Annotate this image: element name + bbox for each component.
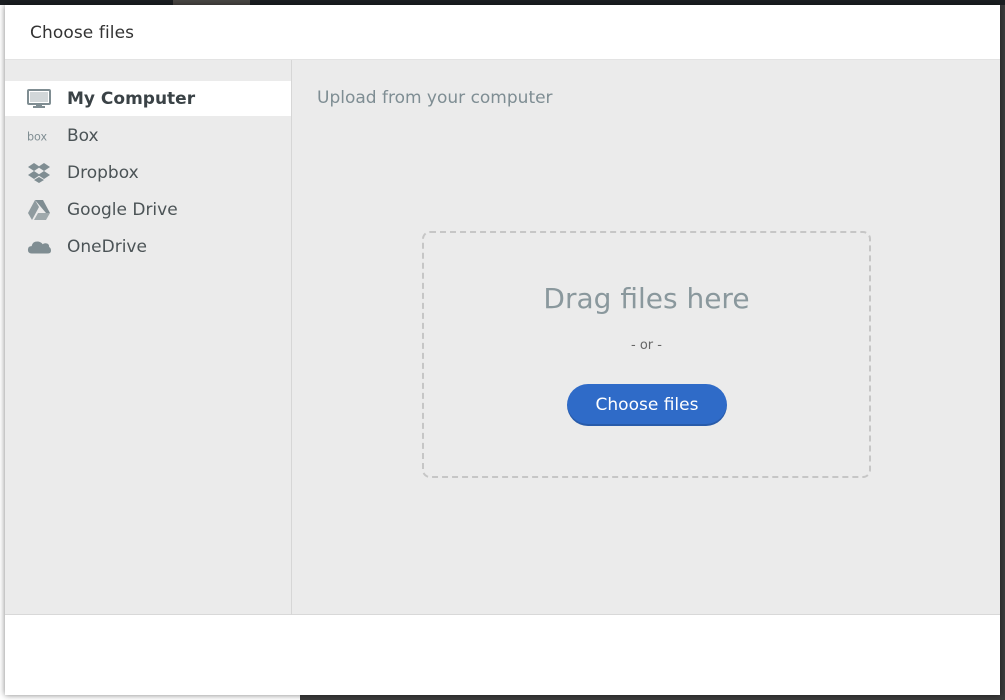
sidebar-item-label: Box (67, 125, 99, 146)
dialog-title: Choose files (30, 23, 135, 43)
dialog-header: Choose files (5, 5, 1000, 60)
dialog-body: My Computer box Box Dropbox Google Drive… (5, 60, 1000, 615)
drop-zone-title: Drag files here (543, 282, 750, 315)
sidebar-item-label: My Computer (67, 88, 196, 109)
dropbox-icon (27, 162, 51, 184)
file-picker-dialog: Choose files My Computer box Box Dropbox… (5, 5, 1000, 695)
sidebar-item-onedrive[interactable]: OneDrive (5, 229, 291, 264)
sidebar-item-google-drive[interactable]: Google Drive (5, 192, 291, 227)
computer-icon (27, 88, 51, 110)
file-drop-zone[interactable]: Drag files here - or - Choose files (422, 231, 871, 478)
dialog-footer (5, 615, 1000, 695)
box-icon: box (27, 125, 51, 147)
sidebar-item-my-computer[interactable]: My Computer (5, 81, 291, 116)
sidebar-item-label: Dropbox (67, 162, 139, 183)
sidebar-item-label: OneDrive (67, 236, 147, 257)
choose-files-button[interactable]: Choose files (567, 384, 727, 426)
onedrive-icon (27, 236, 51, 258)
drop-zone-or-text: - or - (631, 338, 662, 353)
sidebar-item-dropbox[interactable]: Dropbox (5, 155, 291, 190)
upload-heading: Upload from your computer (317, 88, 553, 108)
upload-panel: Upload from your computer Drag files her… (292, 60, 1000, 615)
source-sidebar: My Computer box Box Dropbox Google Drive… (5, 60, 292, 615)
sidebar-item-box[interactable]: box Box (5, 118, 291, 153)
sidebar-item-label: Google Drive (67, 199, 178, 220)
svg-text:box: box (27, 130, 48, 143)
google-drive-icon (27, 199, 51, 221)
